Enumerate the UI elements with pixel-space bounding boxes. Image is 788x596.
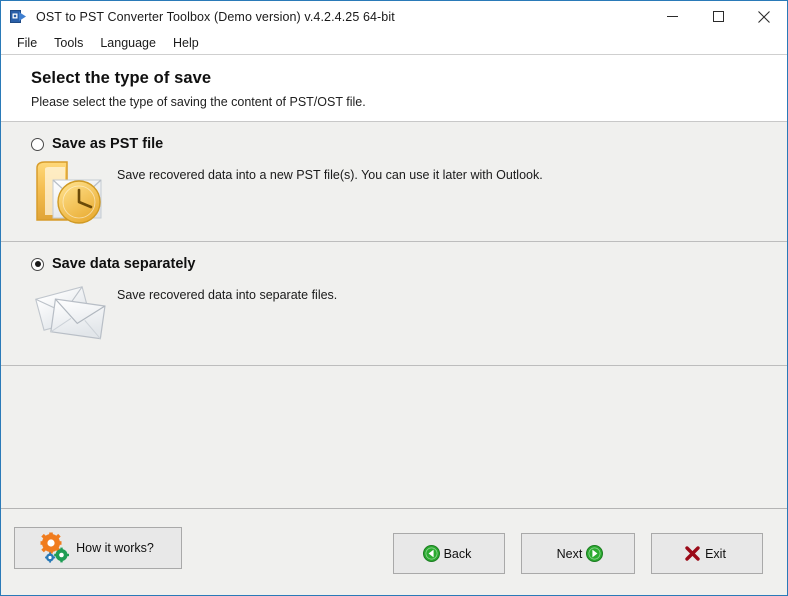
- window-title: OST to PST Converter Toolbox (Demo versi…: [36, 9, 395, 24]
- page-title: Select the type of save: [31, 69, 212, 87]
- back-label: Back: [443, 546, 472, 561]
- back-button[interactable]: Back: [393, 533, 505, 574]
- ost-pst-converter-icon: [10, 8, 27, 25]
- radio-save-data-separately[interactable]: [31, 257, 44, 271]
- option-save-as-pst[interactable]: Save as PST file Save recovered data int…: [1, 122, 787, 242]
- arrow-left-circle-icon: [422, 545, 440, 562]
- option-save-as-pst-body: Save recovered data into a new PST file(…: [1, 154, 787, 226]
- menu-bar: File Tools Language Help: [1, 32, 787, 55]
- option-save-data-separately[interactable]: Save data separately Save recovered data…: [1, 242, 787, 366]
- exit-button[interactable]: Exit: [651, 533, 763, 574]
- page-subtitle: Please select the type of saving the con…: [31, 95, 366, 109]
- minimize-button[interactable]: [649, 1, 695, 32]
- next-button[interactable]: Next: [521, 533, 635, 574]
- menu-item-language[interactable]: Language: [92, 34, 165, 53]
- close-icon: [758, 10, 770, 23]
- minimize-icon: [666, 16, 678, 17]
- options-empty-area: [1, 366, 787, 508]
- close-button[interactable]: [741, 1, 787, 32]
- application-window: OST to PST Converter Toolbox (Demo versi…: [0, 0, 788, 596]
- option-save-data-separately-body: Save recovered data into separate files.: [1, 274, 787, 342]
- envelopes-icon: [31, 274, 117, 342]
- menu-item-help[interactable]: Help: [165, 34, 208, 53]
- how-it-works-button[interactable]: How it works?: [14, 527, 182, 569]
- gears-icon: [38, 532, 72, 564]
- footer-toolbar: How it works? Back Next Exit: [1, 508, 787, 595]
- save-type-options: Save as PST file Save recovered data int…: [1, 122, 787, 508]
- option-save-as-pst-label: Save as PST file: [52, 136, 164, 152]
- red-x-icon: [684, 545, 701, 562]
- option-save-as-pst-header[interactable]: Save as PST file: [1, 136, 787, 152]
- next-label: Next: [556, 546, 583, 561]
- maximize-button[interactable]: [695, 1, 741, 32]
- outlook-folder-icon: [31, 154, 117, 226]
- option-save-as-pst-description: Save recovered data into a new PST file(…: [117, 168, 543, 182]
- title-bar: OST to PST Converter Toolbox (Demo versi…: [1, 1, 787, 32]
- page-header: Select the type of save Please select th…: [1, 55, 787, 122]
- option-save-data-separately-description: Save recovered data into separate files.: [117, 288, 338, 302]
- window-controls: [649, 1, 787, 32]
- option-save-data-separately-label: Save data separately: [52, 256, 196, 272]
- menu-item-tools[interactable]: Tools: [46, 34, 92, 53]
- arrow-right-circle-icon: [586, 545, 604, 562]
- exit-label: Exit: [705, 546, 726, 561]
- radio-save-as-pst[interactable]: [31, 137, 44, 151]
- maximize-icon: [712, 11, 724, 22]
- option-save-data-separately-header[interactable]: Save data separately: [1, 256, 787, 272]
- how-it-works-label: How it works?: [76, 541, 154, 555]
- menu-item-file[interactable]: File: [9, 34, 46, 53]
